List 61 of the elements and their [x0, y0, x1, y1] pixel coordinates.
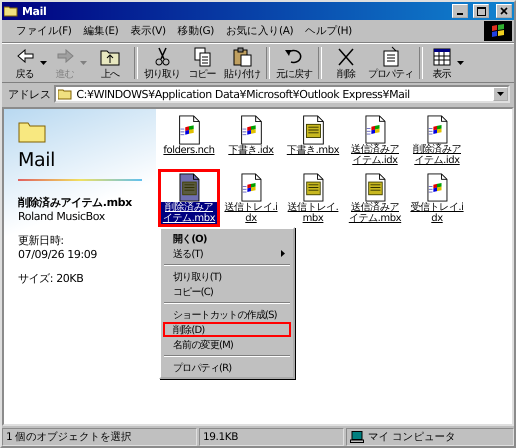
menu-item[interactable]: ヘルプ(H)	[299, 22, 358, 40]
menu-item[interactable]: 名前の変更(M)	[163, 337, 291, 352]
caret-icon	[80, 61, 86, 65]
toolbar-button[interactable]: 戻る	[10, 46, 50, 80]
menu-item[interactable]: ショートカットの作成(S)	[163, 307, 291, 322]
file-item[interactable]: 受信トレイ.idx	[406, 169, 468, 227]
toolbar-button[interactable]: プロパティ	[366, 46, 415, 80]
menu-item[interactable]: 開く(O)	[163, 231, 291, 246]
menu-item[interactable]: 移動(G)	[172, 22, 220, 40]
file-item[interactable]: 下書き.mbx	[282, 111, 344, 169]
folder-icon	[58, 88, 72, 100]
file-item[interactable]: 削除済みアイテム.mbx	[158, 169, 220, 227]
caret-icon	[456, 61, 464, 65]
toolbar-button[interactable]: コピー	[182, 46, 222, 80]
file-item[interactable]: 送信トレイ.mbx	[282, 169, 344, 227]
file-item[interactable]: 送信済みアイテム.mbx	[344, 169, 406, 227]
window-title: Mail	[22, 4, 46, 18]
menu-item[interactable]: 切り取り(T)	[163, 269, 291, 284]
status-size: 19.1KB	[199, 428, 344, 446]
menu-item[interactable]: 編集(E)	[77, 22, 124, 40]
toolbar-button[interactable]: 上へ	[90, 46, 130, 80]
toolbar-button[interactable]: 貼り付け	[222, 46, 262, 80]
menu-item[interactable]: お気に入り(A)	[220, 22, 300, 40]
maximize-icon	[476, 6, 486, 16]
close-button[interactable]	[496, 4, 512, 18]
toolbar-button[interactable]: 表示	[427, 46, 467, 80]
close-icon	[500, 7, 508, 15]
computer-icon	[350, 431, 364, 443]
address-field[interactable]: C:¥WINDOWS¥Application Data¥Microsoft¥Outlook Express¥Mail	[54, 85, 510, 103]
paste-icon	[231, 46, 253, 66]
file-item[interactable]: 送信済みアイテム.idx	[344, 111, 406, 169]
status-text: 1 個のオブジェクトを選択	[2, 428, 197, 446]
modified-label: 更新日時:	[18, 233, 65, 248]
maximize-button[interactable]	[473, 4, 489, 18]
menu-item[interactable]: コピー(C)	[163, 284, 291, 299]
menu-item[interactable]: 削除(D)	[163, 322, 291, 337]
menu-item[interactable]: プロパティ(R)	[163, 360, 291, 375]
toolbar-button[interactable]: 削除	[326, 46, 366, 80]
toolbar-button[interactable]: 元に戻す	[274, 46, 314, 80]
views-icon	[430, 46, 452, 66]
menu-item[interactable]: 表示(V)	[124, 22, 172, 40]
file-type: Roland MusicBox	[18, 210, 106, 223]
file-item[interactable]: 下書き.idx	[220, 111, 282, 169]
address-label: アドレス	[8, 86, 50, 102]
status-zone: マイ コンピュータ	[346, 428, 514, 446]
file-item[interactable]: folders.nch	[158, 111, 220, 169]
file-item[interactable]: 削除済みアイテム.idx	[406, 111, 468, 169]
dropdown-button[interactable]	[493, 87, 508, 101]
minimize-button[interactable]	[452, 4, 468, 18]
menu-item[interactable]: 送る(T)	[163, 246, 291, 261]
folder-name: Mail	[18, 149, 56, 171]
caret-icon	[40, 61, 46, 65]
file-name: 削除済みアイテム.mbx	[18, 195, 133, 210]
modified-date: 07/09/26 19:09	[18, 248, 98, 261]
windows-logo-icon	[484, 21, 512, 41]
caret-icon	[497, 92, 504, 96]
file-size: サイズ: 20KB	[18, 271, 84, 286]
menu-item[interactable]: ファイル(F)	[10, 22, 78, 40]
file-item[interactable]: 送信トレイ.idx	[220, 169, 282, 227]
folder-icon	[4, 5, 18, 17]
toolbar-button[interactable]: 切り取り	[142, 46, 182, 80]
